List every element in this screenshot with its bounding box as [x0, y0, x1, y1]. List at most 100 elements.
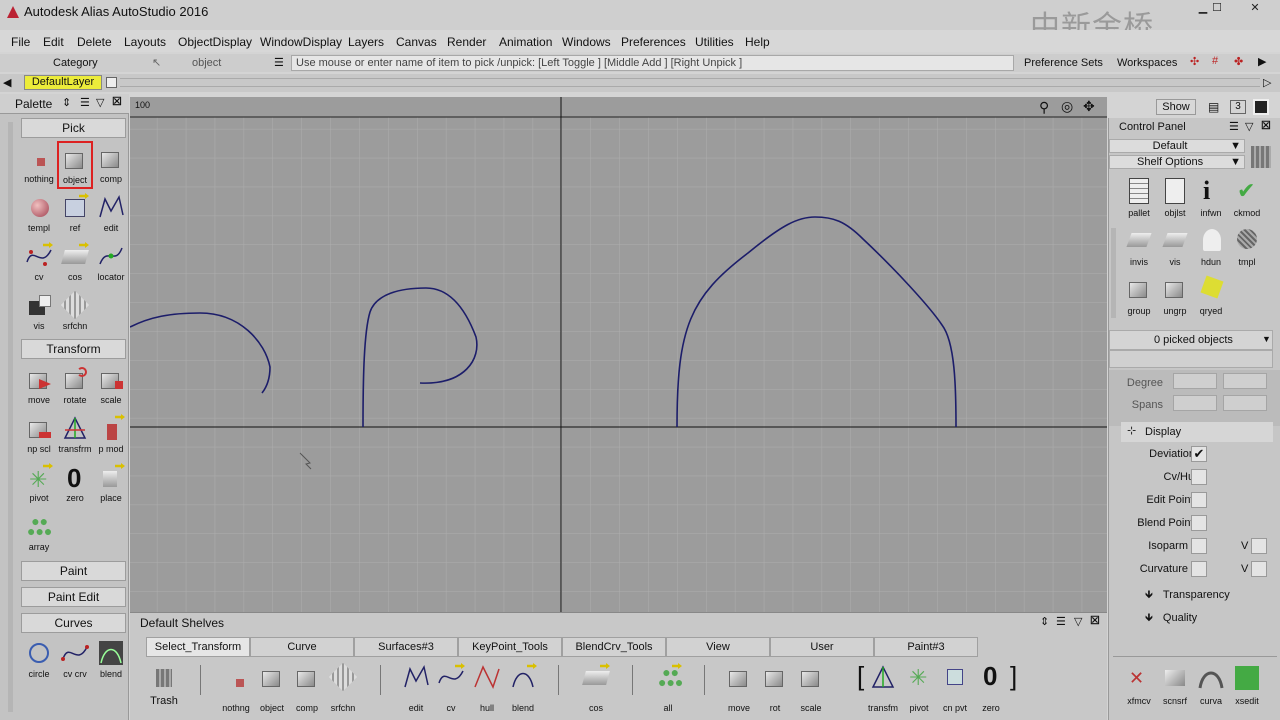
transform-pivot-tool[interactable]: ✳ pivot	[21, 461, 57, 509]
cp-pallet[interactable]: pallet	[1121, 176, 1157, 224]
pick-object-tool[interactable]: object	[57, 141, 93, 189]
layer-arrow-right-icon[interactable]: ▷	[1263, 76, 1271, 89]
cvhull-checkbox[interactable]	[1191, 469, 1207, 485]
shelf-comp[interactable]: comp	[289, 663, 325, 717]
cp-tmpl[interactable]: tmpl	[1229, 225, 1265, 273]
spans-field-2[interactable]	[1223, 395, 1267, 411]
menu-canvas[interactable]: Canvas	[396, 35, 437, 49]
tumble-icon[interactable]: ◎	[1061, 98, 1073, 115]
curves-circle-tool[interactable]: circle	[21, 637, 57, 685]
cp-menu-icon[interactable]: ☰	[1229, 120, 1239, 133]
curve-snap-icon[interactable]: ✤	[1234, 55, 1243, 68]
pick-edit-tool[interactable]: edit	[93, 191, 129, 239]
pick-vis-tool[interactable]: vis	[21, 289, 57, 337]
close-icon[interactable]: ✕	[1238, 0, 1272, 16]
grid-toggle-icon[interactable]: ▤	[1208, 100, 1219, 114]
snap-icon[interactable]: ✣	[1190, 55, 1199, 68]
object-label[interactable]: object	[192, 57, 221, 69]
degree-field-2[interactable]	[1223, 373, 1267, 389]
isoparm-u-checkbox[interactable]	[1191, 538, 1207, 554]
cp-curva[interactable]: curva	[1193, 664, 1229, 712]
menu-utilities[interactable]: Utilities	[695, 35, 734, 49]
transform-scale-tool[interactable]: scale	[93, 363, 129, 411]
cp-group[interactable]: group	[1121, 274, 1157, 322]
shelf-options-dropdown[interactable]: Shelf Options ▼	[1109, 155, 1245, 169]
curves-section-header[interactable]: Curves	[21, 613, 126, 633]
shelf-pivot[interactable]: ✳ pivot	[901, 663, 937, 717]
shelf-trash[interactable]: Trash	[146, 663, 182, 717]
menu-layers[interactable]: Layers	[348, 35, 384, 49]
pick-section-header[interactable]: Pick	[21, 118, 126, 138]
cp-ungrp[interactable]: ungrp	[1157, 274, 1193, 322]
arrow-left-icon[interactable]: ◀	[3, 76, 11, 89]
category-label[interactable]: Category	[53, 57, 98, 69]
palette-scrollbar[interactable]	[8, 122, 13, 712]
tab-curve[interactable]: Curve	[250, 637, 354, 657]
transform-section-header[interactable]: Transform	[21, 339, 126, 359]
curves-cvcrv-tool[interactable]: cv crv	[57, 637, 93, 685]
cp-hdun[interactable]: hdun	[1193, 225, 1229, 273]
curvature-v-checkbox[interactable]	[1251, 561, 1267, 577]
default-layer-button[interactable]: DefaultLayer	[24, 75, 102, 90]
transform-transfrm-tool[interactable]: transfrm	[57, 412, 93, 460]
paint-section-header[interactable]: Paint	[21, 561, 126, 581]
cp-xsedit[interactable]: xsedit	[1229, 664, 1265, 712]
transparency-section[interactable]: 🡻 Transparency	[1145, 586, 1230, 605]
default-dropdown[interactable]: Default ▼	[1109, 139, 1245, 153]
curvature-u-checkbox[interactable]	[1191, 561, 1207, 577]
zoom-icon[interactable]: ⚲	[1039, 99, 1049, 116]
preference-sets-button[interactable]: Preference Sets	[1024, 57, 1103, 69]
degree-field-1[interactable]	[1173, 373, 1217, 389]
menu-edit[interactable]: Edit	[43, 35, 64, 49]
picked-objects-dropdown[interactable]: 0 picked objects ▼	[1109, 330, 1273, 350]
shelf-zero[interactable]: 0 zero	[973, 661, 1009, 717]
tab-user[interactable]: User	[770, 637, 874, 657]
layout-count[interactable]: 3	[1230, 100, 1246, 114]
modeling-viewport[interactable]: 100 ⚲ ◎ ✥	[130, 97, 1107, 612]
cp-close-icon[interactable]: ☒	[1261, 119, 1271, 132]
palette-collapse-icon[interactable]: ▽	[96, 96, 104, 109]
tab-paint[interactable]: Paint#3	[874, 637, 978, 657]
show-button[interactable]: Show	[1156, 99, 1196, 115]
menu-layouts[interactable]: Layouts	[124, 35, 166, 49]
cp-objlst[interactable]: objlst	[1157, 176, 1193, 224]
workspaces-button[interactable]: Workspaces	[1117, 57, 1177, 69]
cp-infwn[interactable]: i infwn	[1193, 176, 1229, 224]
shelf-edit[interactable]: edit	[398, 663, 434, 717]
shelf-hull[interactable]: hull	[469, 663, 505, 717]
grid-snap-icon[interactable]: #	[1212, 55, 1218, 67]
pick-nothing-tool[interactable]: nothing	[21, 142, 57, 190]
cp-scnsrf[interactable]: scnsrf	[1157, 664, 1193, 712]
tab-blendcrv-tools[interactable]: BlendCrv_Tools	[562, 637, 666, 657]
shelf-all[interactable]: ●● ●●● all	[650, 663, 686, 717]
shelf-rot[interactable]: rot	[757, 663, 793, 717]
pick-srfchn-tool[interactable]: srfchn	[57, 289, 93, 337]
window-mode-icon[interactable]	[1253, 99, 1269, 115]
shelf-move[interactable]: move	[721, 663, 757, 717]
palette-close-icon[interactable]: ☒	[112, 95, 122, 108]
editpoints-checkbox[interactable]	[1191, 492, 1207, 508]
viewport-canvas[interactable]	[130, 97, 1107, 612]
transform-zero-tool[interactable]: 0 zero	[57, 461, 93, 509]
resize-icon[interactable]: ⇕	[62, 96, 71, 109]
transform-array-tool[interactable]: ●● ●●● array	[21, 510, 57, 558]
pick-ref-tool[interactable]: ref	[57, 191, 93, 239]
menu-preferences[interactable]: Preferences	[621, 35, 686, 49]
pick-locator-tool[interactable]: locator	[93, 240, 129, 288]
shelves-menu-icon[interactable]: ☰	[1056, 615, 1066, 628]
transform-pmod-tool[interactable]: p mod	[93, 412, 129, 460]
shelf-nothng[interactable]: nothng	[218, 663, 254, 717]
arrow-right-icon[interactable]: ▶	[1258, 55, 1266, 68]
shelf-scale[interactable]: scale	[793, 663, 829, 717]
deviation-checkbox[interactable]: ✔	[1191, 446, 1207, 462]
layer-checkbox[interactable]	[106, 77, 117, 88]
menu-help[interactable]: Help	[745, 35, 770, 49]
transform-rotate-tool[interactable]: rotate	[57, 363, 93, 411]
display-header[interactable]: ⊹ Display	[1121, 422, 1273, 442]
shelf-blend[interactable]: blend	[505, 663, 541, 717]
menu-file[interactable]: File	[11, 35, 30, 49]
maximize-icon[interactable]: ☐	[1200, 0, 1234, 16]
menu-render[interactable]: Render	[447, 35, 486, 49]
pan-icon[interactable]: ✥	[1083, 98, 1095, 115]
tab-view[interactable]: View	[666, 637, 770, 657]
